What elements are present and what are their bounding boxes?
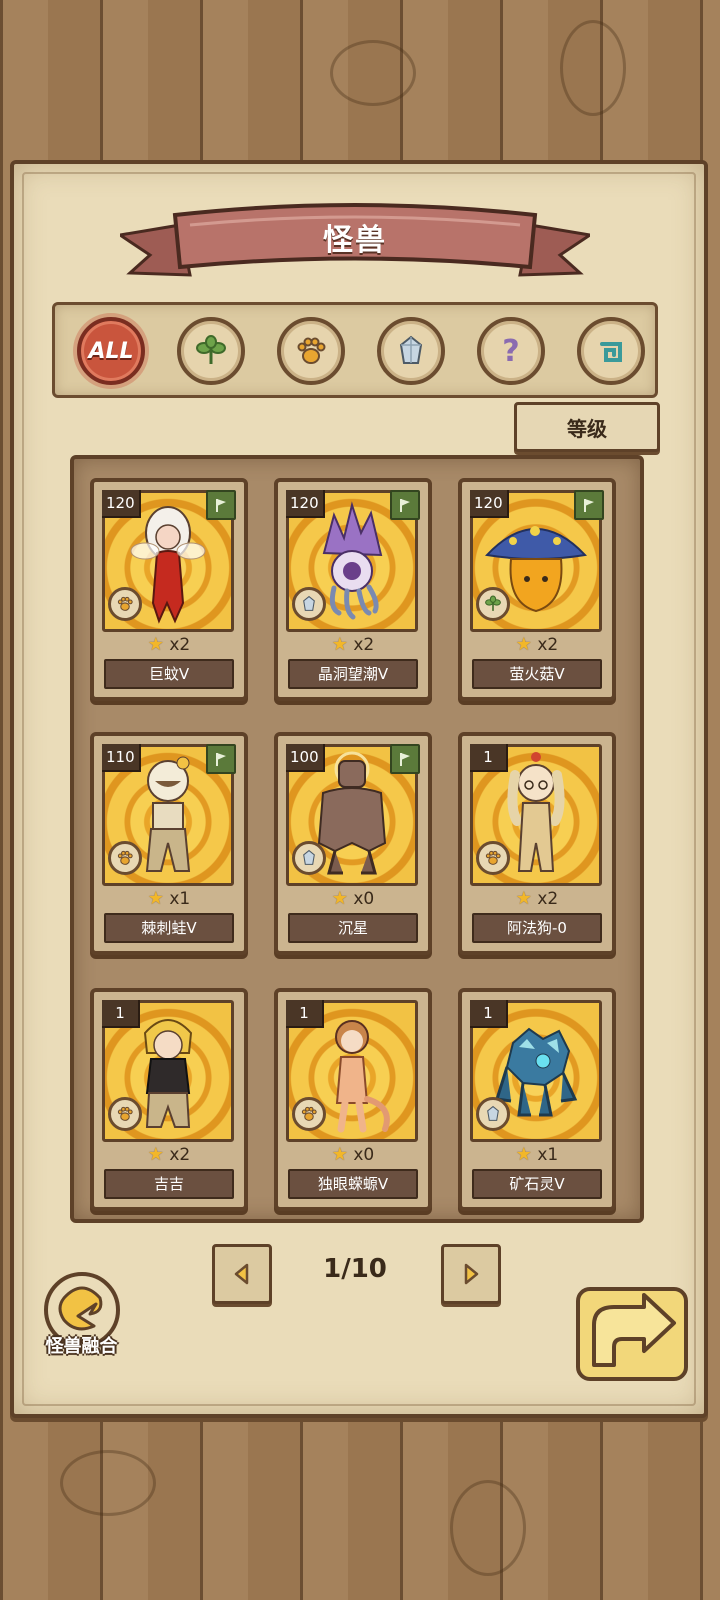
level-badge: 1 (470, 1000, 508, 1028)
star-icon: ★ (515, 888, 532, 909)
monster-name: 沉星 (288, 913, 418, 943)
star-icon: ★ (147, 634, 164, 655)
level-badge: 1 (286, 1000, 324, 1028)
star-count: ★ x2 (462, 634, 612, 655)
paw-icon (476, 841, 510, 875)
crystal-icon (292, 841, 326, 875)
star-count-text: x0 (353, 889, 375, 909)
category-unknown[interactable]: ? (477, 317, 545, 385)
title-banner: 怪兽 (120, 195, 590, 290)
crystal-icon (292, 587, 326, 621)
star-count-text: x2 (169, 1145, 191, 1165)
level-badge: 120 (470, 490, 509, 518)
back-button[interactable] (574, 1285, 692, 1385)
question-icon: ? (502, 333, 520, 369)
star-count: ★ x0 (278, 888, 428, 909)
prev-page-button[interactable] (212, 1244, 272, 1304)
category-filter-bar: ALL ? (52, 302, 658, 398)
flag-icon (390, 744, 420, 774)
star-icon: ★ (147, 1144, 164, 1165)
category-all-label: ALL (88, 338, 134, 364)
category-mineral[interactable] (377, 317, 445, 385)
leaf-icon (196, 335, 226, 364)
arrow-left-icon (234, 1263, 249, 1285)
star-count-text: x2 (537, 635, 559, 655)
monster-name: 萤火菇V (472, 659, 602, 689)
star-count: ★ x1 (462, 1144, 612, 1165)
arrow-right-icon (464, 1263, 479, 1285)
monster-card[interactable]: 110 ★ x1 棘刺蛙V (90, 732, 248, 955)
next-page-button[interactable] (441, 1244, 501, 1304)
paw-icon (108, 587, 142, 621)
star-count-text: x2 (169, 635, 191, 655)
monster-card[interactable]: 1 ★ x2 吉吉 (90, 988, 248, 1211)
monster-name: 独眼蝾螈V (288, 1169, 418, 1199)
level-badge: 120 (102, 490, 141, 518)
flag-icon (206, 744, 236, 774)
fusion-label: 怪兽融合 (45, 1336, 118, 1357)
star-count-text: x1 (537, 1145, 559, 1165)
star-count: ★ x2 (94, 1144, 244, 1165)
star-icon: ★ (147, 888, 164, 909)
monster-name: 棘刺蛙V (104, 913, 234, 943)
crystal-icon (476, 1097, 510, 1131)
crystal-icon (399, 335, 423, 364)
star-count: ★ x1 (94, 888, 244, 909)
level-badge: 120 (286, 490, 325, 518)
flag-icon (574, 490, 604, 520)
star-icon: ★ (515, 1144, 532, 1165)
page-indicator: 1/10 (323, 1254, 387, 1284)
spiral-icon (600, 342, 622, 362)
monster-name: 矿石灵V (472, 1169, 602, 1199)
monster-card[interactable]: 1 ★ x2 阿法狗-0 (458, 732, 616, 955)
star-count-text: x2 (353, 635, 375, 655)
star-icon: ★ (331, 1144, 348, 1165)
star-count-text: x1 (169, 889, 191, 909)
star-icon: ★ (331, 634, 348, 655)
star-count: ★ x2 (278, 634, 428, 655)
back-arrow-icon (576, 1287, 688, 1381)
category-beast[interactable] (277, 317, 345, 385)
star-icon: ★ (331, 888, 348, 909)
paw-icon (108, 1097, 142, 1131)
category-all[interactable]: ALL (77, 317, 145, 385)
monster-card[interactable]: 120 ★ x2 萤火菇V (458, 478, 616, 701)
monster-name: 阿法狗-0 (472, 913, 602, 943)
monster-name: 吉吉 (104, 1169, 234, 1199)
flag-icon (206, 490, 236, 520)
monster-card[interactable]: 1 ★ x1 矿石灵V (458, 988, 616, 1211)
paw-icon (297, 337, 326, 364)
sort-by-level-button[interactable]: 等级 (514, 402, 660, 452)
monster-fusion-button[interactable]: 怪兽融合 (34, 1268, 129, 1363)
star-count: ★ x2 (94, 634, 244, 655)
category-special[interactable] (577, 317, 645, 385)
paw-icon (292, 1097, 326, 1131)
star-count-text: x2 (537, 889, 559, 909)
monster-name: 巨蚊V (104, 659, 234, 689)
level-badge: 110 (102, 744, 141, 772)
monster-name: 晶洞望潮V (288, 659, 418, 689)
star-count: ★ x2 (462, 888, 612, 909)
category-plant[interactable] (177, 317, 245, 385)
monster-card[interactable]: 120 ★ x2 晶洞望潮V (274, 478, 432, 701)
star-icon: ★ (515, 634, 532, 655)
sort-label: 等级 (567, 416, 607, 441)
monster-card[interactable]: 100 ★ x0 沉星 (274, 732, 432, 955)
leaf-icon (476, 587, 510, 621)
level-badge: 1 (102, 1000, 140, 1028)
page-title: 怪兽 (323, 223, 387, 258)
level-badge: 100 (286, 744, 325, 772)
level-badge: 1 (470, 744, 508, 772)
star-count: ★ x0 (278, 1144, 428, 1165)
monster-card[interactable]: 120 ★ x2 巨蚊V (90, 478, 248, 701)
star-count-text: x0 (353, 1145, 375, 1165)
flag-icon (390, 490, 420, 520)
paw-icon (108, 841, 142, 875)
monster-card[interactable]: 1 ★ x0 独眼蝾螈V (274, 988, 432, 1211)
